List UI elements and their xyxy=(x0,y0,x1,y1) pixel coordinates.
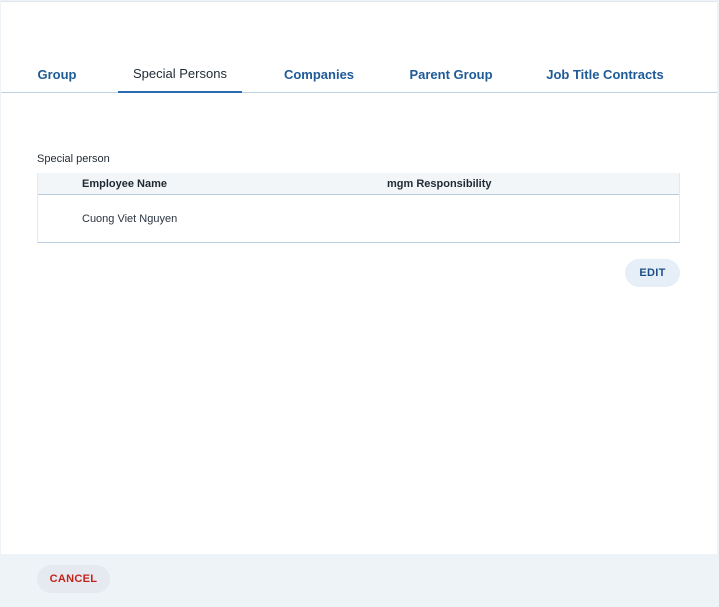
tab-group[interactable]: Group xyxy=(23,56,91,93)
table-header: Employee Name mgm Responsibility xyxy=(38,173,679,195)
dialog-panel: Group Special Persons Companies Parent G… xyxy=(1,1,717,554)
tab-companies[interactable]: Companies xyxy=(269,56,369,93)
column-header-mgm-responsibility[interactable]: mgm Responsibility xyxy=(387,178,492,190)
cancel-button[interactable]: CANCEL xyxy=(37,565,110,593)
column-header-employee-name[interactable]: Employee Name xyxy=(82,178,167,190)
table-row[interactable]: Cuong Viet Nguyen xyxy=(38,195,679,242)
cell-employee-name: Cuong Viet Nguyen xyxy=(82,213,178,225)
edit-button[interactable]: EDIT xyxy=(625,259,680,287)
tab-special-persons[interactable]: Special Persons xyxy=(118,56,242,93)
tab-job-title-contracts[interactable]: Job Title Contracts xyxy=(535,56,675,93)
section-label: Special person xyxy=(37,153,110,165)
tab-parent-group[interactable]: Parent Group xyxy=(394,56,508,93)
special-person-table: Employee Name mgm Responsibility Cuong V… xyxy=(37,173,680,243)
tab-bar: Group Special Persons Companies Parent G… xyxy=(1,56,717,93)
